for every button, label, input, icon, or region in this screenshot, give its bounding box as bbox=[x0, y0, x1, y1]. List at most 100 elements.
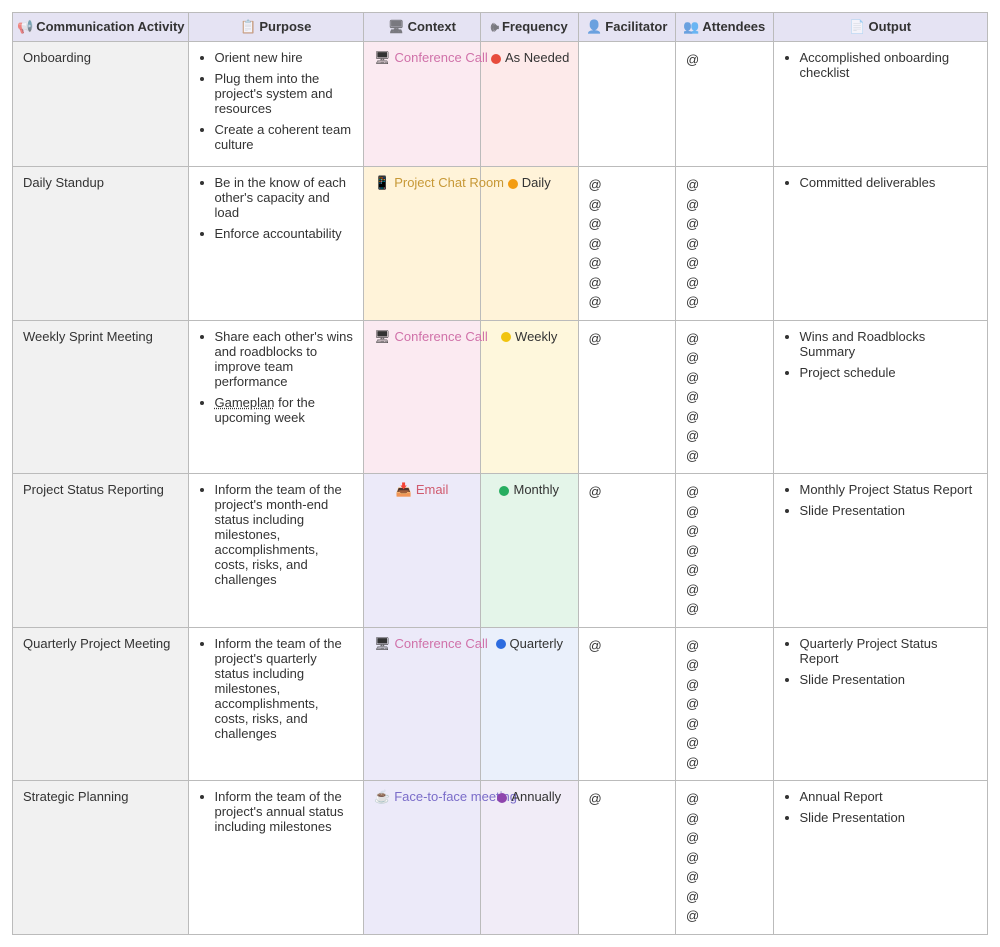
table-row: Daily StandupBe in the know of each othe… bbox=[13, 167, 988, 321]
mention-icon: @ bbox=[686, 426, 763, 446]
frequency-cell: Weekly bbox=[481, 320, 579, 474]
mention-icon: @ bbox=[686, 541, 763, 561]
context-label: Email bbox=[416, 482, 449, 497]
list-item: Committed deliverables bbox=[800, 175, 978, 190]
output-cell: Committed deliverables bbox=[773, 167, 988, 321]
speaker-icon: 🕪 bbox=[491, 19, 499, 35]
table-body: OnboardingOrient new hirePlug them into … bbox=[13, 42, 988, 935]
clipboard-icon: 📋 bbox=[240, 19, 256, 35]
table-row: Quarterly Project MeetingInform the team… bbox=[13, 627, 988, 781]
mention-icon: @ bbox=[686, 446, 763, 466]
list-item: Accomplished onboarding checklist bbox=[800, 50, 978, 80]
context-cell: ☕Face-to-face meeting bbox=[364, 781, 481, 935]
attendees-cell: @ bbox=[676, 42, 774, 167]
attendees-cell: @@@@@@@ bbox=[676, 474, 774, 628]
purpose-cell: Inform the team of the project's quarter… bbox=[188, 627, 364, 781]
status-dot-icon bbox=[508, 179, 518, 189]
facilitator-cell: @@@@@@@ bbox=[578, 167, 676, 321]
context-label: Project Chat Room bbox=[394, 175, 504, 190]
mention-icon: @ bbox=[589, 253, 666, 273]
purpose-cell: Orient new hirePlug them into the projec… bbox=[188, 42, 364, 167]
mention-icon: @ bbox=[686, 50, 763, 70]
attendees-cell: @@@@@@@ bbox=[676, 781, 774, 935]
frequency-cell: As Needed bbox=[481, 42, 579, 167]
mention-icon: @ bbox=[686, 733, 763, 753]
header-context: 🖥Context bbox=[364, 13, 481, 42]
activity-cell: Weekly Sprint Meeting bbox=[13, 320, 189, 474]
activity-cell: Strategic Planning bbox=[13, 781, 189, 935]
table-header: 📢Communication Activity 📋Purpose 🖥Contex… bbox=[13, 13, 988, 42]
status-dot-icon bbox=[501, 332, 511, 342]
list-item: Slide Presentation bbox=[800, 503, 978, 518]
context-label: Conference Call bbox=[395, 50, 488, 65]
context-cell: 🖥Conference Call bbox=[364, 42, 481, 167]
header-frequency: 🕪Frequency bbox=[481, 13, 579, 42]
mention-icon: @ bbox=[589, 195, 666, 215]
list-item: Create a coherent team culture bbox=[215, 122, 354, 152]
list-item: Plug them into the project's system and … bbox=[215, 71, 354, 116]
table-row: OnboardingOrient new hirePlug them into … bbox=[13, 42, 988, 167]
list-item: Inform the team of the project's quarter… bbox=[215, 636, 354, 741]
header-attendees: 👥Attendees bbox=[676, 13, 774, 42]
purpose-cell: Be in the know of each other's capacity … bbox=[188, 167, 364, 321]
frequency-label: As Needed bbox=[505, 50, 569, 65]
list-item: Annual Report bbox=[800, 789, 978, 804]
mention-icon: @ bbox=[686, 195, 763, 215]
list-item: Slide Presentation bbox=[800, 672, 978, 687]
mention-icon: @ bbox=[686, 348, 763, 368]
mention-icon: @ bbox=[686, 675, 763, 695]
table-row: Weekly Sprint MeetingShare each other's … bbox=[13, 320, 988, 474]
mention-icon: @ bbox=[589, 482, 666, 502]
mention-icon: @ bbox=[686, 560, 763, 580]
mention-icon: @ bbox=[686, 407, 763, 427]
activity-cell: Project Status Reporting bbox=[13, 474, 189, 628]
table-row: Project Status ReportingInform the team … bbox=[13, 474, 988, 628]
mention-icon: @ bbox=[589, 234, 666, 254]
status-dot-icon bbox=[496, 639, 506, 649]
monitor-icon: 🖥 bbox=[388, 19, 405, 35]
mention-icon: @ bbox=[686, 848, 763, 868]
mention-icon: @ bbox=[686, 253, 763, 273]
output-cell: Wins and Roadblocks SummaryProject sched… bbox=[773, 320, 988, 474]
list-item: Quarterly Project Status Report bbox=[800, 636, 978, 666]
frequency-label: Quarterly bbox=[510, 636, 563, 651]
mention-icon: @ bbox=[686, 753, 763, 773]
frequency-label: Monthly bbox=[513, 482, 559, 497]
output-cell: Accomplished onboarding checklist bbox=[773, 42, 988, 167]
frequency-label: Annually bbox=[511, 789, 561, 804]
list-item: Enforce accountability bbox=[215, 226, 354, 241]
context-cell: 🖥Conference Call bbox=[364, 627, 481, 781]
list-item: Slide Presentation bbox=[800, 810, 978, 825]
list-item: Be in the know of each other's capacity … bbox=[215, 175, 354, 220]
document-icon: 📄 bbox=[849, 19, 865, 35]
mention-icon: @ bbox=[589, 273, 666, 293]
mention-icon: @ bbox=[686, 175, 763, 195]
conference-icon: 🖥 bbox=[374, 636, 391, 651]
mention-icon: @ bbox=[686, 828, 763, 848]
mention-icon: @ bbox=[589, 292, 666, 312]
email-icon: 📥 bbox=[396, 482, 412, 497]
chat-icon: 📱 bbox=[374, 175, 390, 190]
status-dot-icon bbox=[499, 486, 509, 496]
mention-icon: @ bbox=[686, 214, 763, 234]
facilitator-cell: @ bbox=[578, 320, 676, 474]
attendees-cell: @@@@@@@ bbox=[676, 627, 774, 781]
mention-icon: @ bbox=[686, 292, 763, 312]
mention-icon: @ bbox=[686, 329, 763, 349]
context-cell: 📥 Email bbox=[364, 474, 481, 628]
list-item: Wins and Roadblocks Summary bbox=[800, 329, 978, 359]
facilitator-cell: @ bbox=[578, 781, 676, 935]
mention-icon: @ bbox=[686, 636, 763, 656]
mention-icon: @ bbox=[589, 636, 666, 656]
status-dot-icon bbox=[491, 54, 501, 64]
header-purpose: 📋Purpose bbox=[188, 13, 364, 42]
mention-icon: @ bbox=[686, 906, 763, 926]
context-label: Conference Call bbox=[395, 636, 488, 651]
mention-icon: @ bbox=[686, 867, 763, 887]
output-cell: Monthly Project Status ReportSlide Prese… bbox=[773, 474, 988, 628]
attendees-cell: @@@@@@@ bbox=[676, 167, 774, 321]
facilitator-cell bbox=[578, 42, 676, 167]
mention-icon: @ bbox=[589, 789, 666, 809]
list-item: Inform the team of the project's month-e… bbox=[215, 482, 354, 587]
context-cell: 📱Project Chat Room bbox=[364, 167, 481, 321]
